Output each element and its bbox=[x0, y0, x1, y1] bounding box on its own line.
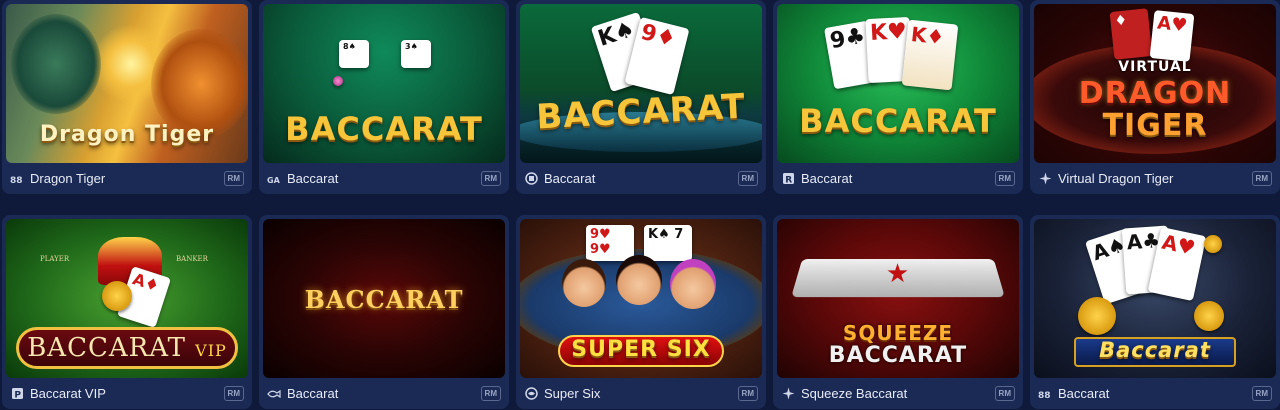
card-footer: Baccarat RM bbox=[516, 163, 766, 194]
currency-badge: RM bbox=[223, 386, 244, 401]
game-card-dragon-tiger[interactable]: Dragon Tiger 88 Dragon Tiger RM bbox=[2, 0, 252, 194]
thumb-title: BACCARAT VIP bbox=[6, 333, 248, 363]
currency-badge: RM bbox=[737, 386, 758, 401]
game-card-super-six[interactable]: 9♥ 9♥ K♠ 7 SUPER SIX Super Six RM bbox=[516, 215, 766, 409]
game-thumbnail[interactable]: ★ SQUEEZE BACCARAT bbox=[777, 219, 1019, 378]
card-footer: Super Six RM bbox=[516, 378, 766, 409]
provider-star-icon bbox=[1038, 172, 1052, 186]
game-card-baccarat-vip[interactable]: PLAYER BANKER A♦ BACCARAT VIP P Baccarat… bbox=[2, 215, 252, 409]
character-girl-pink-graphic bbox=[670, 259, 716, 309]
provider-globe-icon bbox=[524, 387, 538, 401]
provider-88-icon: 88 bbox=[10, 172, 24, 186]
card-a-heart: A♥ bbox=[1149, 10, 1195, 62]
currency-badge: RM bbox=[223, 171, 244, 186]
currency-badge: RM bbox=[1251, 171, 1272, 186]
provider-fish-icon bbox=[267, 387, 281, 401]
currency-badge: RM bbox=[994, 386, 1015, 401]
game-card-baccarat[interactable]: K♠ 9♦ BACCARAT Baccarat RM bbox=[516, 0, 766, 194]
card-footer: Baccarat RM bbox=[259, 378, 509, 409]
game-name: Baccarat bbox=[801, 171, 853, 186]
card-footer: GA Baccarat RM bbox=[259, 163, 509, 194]
thumb-title-squeeze: SQUEEZE bbox=[842, 321, 954, 345]
character-girl-graphic bbox=[616, 255, 662, 305]
chip-graphic bbox=[1078, 297, 1116, 335]
thumb-title: Baccarat bbox=[1099, 338, 1211, 362]
card-graphic: 9♥ 9♥ bbox=[586, 225, 634, 261]
game-name: Virtual Dragon Tiger bbox=[1058, 171, 1174, 186]
game-card-baccarat[interactable]: 9♣ K♥ K♦ BACCARAT R Baccarat RM bbox=[773, 0, 1023, 194]
card-footer: 88 Baccarat RM bbox=[1030, 378, 1280, 409]
currency-badge: RM bbox=[480, 386, 501, 401]
game-thumbnail[interactable]: 9♥ 9♥ K♠ 7 SUPER SIX bbox=[520, 219, 762, 378]
card-footer: P Baccarat VIP RM bbox=[2, 378, 252, 409]
game-thumbnail[interactable]: PLAYER BANKER A♦ BACCARAT VIP bbox=[6, 219, 248, 378]
game-card-virtual-dragon-tiger[interactable]: ♦ A♥ VIRTUAL DRAGON TIGER Virtual Dragon… bbox=[1030, 0, 1280, 194]
chip-graphic bbox=[333, 76, 343, 86]
thumb-title-vip: VIP bbox=[195, 341, 227, 360]
thumb-title: SUPER SIX bbox=[571, 337, 711, 362]
provider-88-icon: 88 bbox=[1038, 387, 1052, 401]
dragon-graphic bbox=[11, 14, 101, 114]
card-dragon: ♦ bbox=[1109, 8, 1153, 60]
game-thumbnail[interactable]: 8♠ 3♠ BACCARAT bbox=[263, 4, 505, 163]
currency-badge: RM bbox=[480, 171, 501, 186]
chip-graphic bbox=[102, 281, 132, 311]
thumb-title: BACCARAT bbox=[799, 102, 997, 140]
card-k-diamond: K♦ bbox=[901, 19, 959, 91]
svg-text:P: P bbox=[14, 391, 21, 401]
thumb-title: BACCARAT bbox=[285, 110, 483, 148]
provider-r-icon: R bbox=[781, 172, 795, 186]
game-name: Super Six bbox=[544, 386, 601, 401]
game-thumbnail[interactable]: K♠ 9♦ BACCARAT bbox=[520, 4, 762, 163]
currency-badge: RM bbox=[737, 171, 758, 186]
thumb-title-tiger: TIGER bbox=[1102, 108, 1208, 143]
game-card-squeeze-baccarat[interactable]: ★ SQUEEZE BACCARAT Squeeze Baccarat RM bbox=[773, 215, 1023, 409]
svg-text:GA: GA bbox=[267, 176, 281, 184]
game-name: Baccarat VIP bbox=[30, 386, 106, 401]
game-name: Baccarat bbox=[1058, 386, 1110, 401]
card-footer: R Baccarat RM bbox=[773, 163, 1023, 194]
chip-graphic bbox=[1194, 301, 1224, 331]
card-footer: Squeeze Baccarat RM bbox=[773, 378, 1023, 409]
game-thumbnail[interactable]: BACCARAT bbox=[263, 219, 505, 378]
thumb-title-virtual: VIRTUAL bbox=[1118, 59, 1192, 75]
game-name: Baccarat bbox=[544, 171, 596, 186]
provider-cube-icon bbox=[524, 172, 538, 186]
game-thumbnail[interactable]: Dragon Tiger bbox=[6, 4, 248, 163]
thumb-title: BACCARAT bbox=[304, 285, 464, 314]
game-card-baccarat[interactable]: A♠ A♣ A♥ Baccarat 88 Baccarat RM bbox=[1030, 215, 1280, 409]
game-thumbnail[interactable]: ♦ A♥ VIRTUAL DRAGON TIGER bbox=[1034, 4, 1276, 163]
currency-badge: RM bbox=[994, 171, 1015, 186]
chip-graphic bbox=[1204, 235, 1222, 253]
game-thumbnail[interactable]: A♠ A♣ A♥ Baccarat bbox=[1034, 219, 1276, 378]
player-label: PLAYER bbox=[40, 255, 70, 263]
card-footer: Virtual Dragon Tiger RM bbox=[1030, 163, 1280, 194]
game-name: Baccarat bbox=[287, 386, 339, 401]
game-thumbnail[interactable]: 9♣ K♥ K♦ BACCARAT bbox=[777, 4, 1019, 163]
card-graphic: K♠ 7 bbox=[644, 225, 692, 261]
provider-star-icon bbox=[781, 387, 795, 401]
game-name: Baccarat bbox=[287, 171, 339, 186]
thumb-title-dragon: DRAGON bbox=[1078, 76, 1232, 111]
provider-ga-icon: GA bbox=[267, 172, 281, 186]
provider-p-icon: P bbox=[10, 387, 24, 401]
card-graphic: 8♠ bbox=[339, 40, 369, 68]
thumb-title-baccarat: BACCARAT bbox=[828, 343, 968, 368]
game-card-baccarat[interactable]: BACCARAT Baccarat RM bbox=[259, 215, 509, 409]
game-grid: Dragon Tiger 88 Dragon Tiger RM 8♠ 3♠ BA… bbox=[0, 0, 1280, 410]
thumb-title: Dragon Tiger bbox=[39, 122, 215, 147]
currency-badge: RM bbox=[1251, 386, 1272, 401]
character-boy-graphic bbox=[562, 259, 606, 307]
svg-text:88: 88 bbox=[10, 176, 23, 184]
star-graphic: ★ bbox=[885, 259, 911, 289]
card-graphic: 3♠ bbox=[401, 40, 431, 68]
svg-text:88: 88 bbox=[1038, 391, 1051, 399]
banker-label: BANKER bbox=[176, 255, 208, 263]
game-card-baccarat[interactable]: 8♠ 3♠ BACCARAT GA Baccarat RM bbox=[259, 0, 509, 194]
thumb-title-main: BACCARAT bbox=[27, 333, 186, 363]
game-name: Squeeze Baccarat bbox=[801, 386, 908, 401]
game-name: Dragon Tiger bbox=[30, 171, 106, 186]
svg-text:R: R bbox=[785, 176, 792, 186]
card-footer: 88 Dragon Tiger RM bbox=[2, 163, 252, 194]
